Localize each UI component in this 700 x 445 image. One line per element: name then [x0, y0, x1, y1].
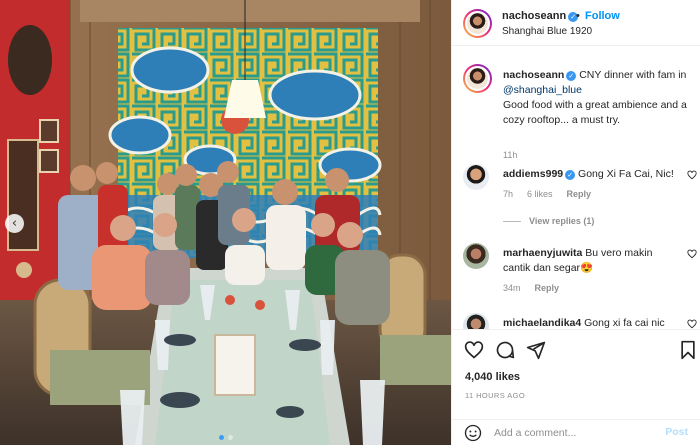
comments-list[interactable]: nachoseann ✓ CNY dinner with fam in @shan…	[452, 47, 700, 329]
commenter-avatar[interactable]	[463, 313, 489, 329]
like-comment-heart-icon[interactable]	[687, 319, 697, 329]
commenter-avatar[interactable]	[463, 164, 489, 190]
bookmark-icon[interactable]	[678, 340, 698, 360]
comment-meta: 34m Reply	[503, 283, 559, 293]
caption-text: nachoseann ✓ CNY dinner with fam in @shan…	[503, 68, 695, 128]
verified-badge-icon: ✓	[566, 71, 577, 81]
post-photo[interactable]: ‹	[0, 0, 451, 445]
comment-input[interactable]	[494, 424, 654, 442]
like-comment-heart-icon[interactable]	[687, 249, 697, 259]
heart-icon[interactable]	[464, 340, 484, 360]
caption-line-3: cozy rooftop... a must try.	[503, 114, 621, 126]
view-replies-button[interactable]: View replies (1)	[503, 216, 594, 226]
commenter-username[interactable]: michaelandika4	[503, 317, 581, 329]
caption-line-1: CNY dinner with fam in	[579, 69, 687, 81]
caption-line-2: Good food with a great ambience and a	[503, 99, 687, 111]
caption-timestamp: 11h	[503, 150, 518, 160]
comment-meta: 7h 6 likes Reply	[503, 189, 591, 199]
carousel-indicator	[0, 435, 451, 440]
verified-badge-icon: ✓	[565, 170, 576, 180]
commenter-avatar[interactable]	[463, 243, 489, 269]
comment-text: Gong Xi Fa Cai, Nic!	[578, 168, 674, 180]
emoji-icon[interactable]	[464, 424, 482, 442]
comment-time: 7h	[503, 189, 514, 199]
commenter-username[interactable]: marhaenyjuwita	[503, 247, 582, 259]
share-icon[interactable]	[526, 340, 546, 360]
like-comment-heart-icon[interactable]	[687, 170, 697, 180]
dinner-photo-illustration	[0, 0, 451, 445]
comment-text-line-2: cantik dan segar	[503, 262, 581, 274]
post-header: nachoseann ✓ • Follow Shanghai Blue 1920	[452, 0, 700, 46]
location-link[interactable]: Shanghai Blue 1920	[502, 26, 592, 37]
chevron-left-icon: ‹	[11, 216, 18, 231]
comment-text: Gong xi fa cai nic	[584, 317, 665, 329]
heart-eyes-emoji: 😍	[580, 262, 594, 274]
comment-body: addiems999 ✓ Gong Xi Fa Cai, Nic!	[503, 167, 678, 182]
carousel-dot-active	[218, 435, 224, 440]
comment-time: 34m	[503, 283, 521, 293]
carousel-dot	[227, 435, 233, 440]
caption-author-avatar[interactable]	[463, 64, 492, 93]
comment-text: Bu vero makin	[585, 247, 653, 259]
commenter-username[interactable]: addiems999	[503, 168, 563, 180]
author-username[interactable]: nachoseann ✓	[502, 10, 579, 22]
post-timestamp: 11 HOURS AGO	[465, 391, 526, 400]
comment-body: marhaenyjuwita Bu vero makin cantik dan …	[503, 246, 678, 276]
reply-button[interactable]: Reply	[535, 283, 560, 293]
replies-divider	[503, 220, 521, 222]
author-avatar[interactable]	[463, 9, 492, 38]
add-comment-bar: Post	[452, 419, 700, 445]
separator-dot: •	[576, 10, 580, 22]
comment-likes[interactable]: 6 likes	[527, 189, 553, 199]
likes-count[interactable]: 4,040 likes	[465, 371, 520, 383]
follow-button[interactable]: Follow	[585, 10, 620, 22]
caption-username[interactable]: nachoseann	[503, 69, 564, 81]
comment-icon[interactable]	[495, 340, 515, 360]
view-replies-label[interactable]: View replies (1)	[529, 216, 594, 226]
post-actions: 4,040 likes 11 HOURS AGO	[452, 329, 700, 419]
previous-photo-button[interactable]: ‹	[5, 214, 24, 233]
post-comment-button[interactable]: Post	[665, 426, 688, 438]
post-side-panel: nachoseann ✓ • Follow Shanghai Blue 1920 …	[451, 0, 700, 445]
reply-button[interactable]: Reply	[567, 189, 592, 199]
mention-link[interactable]: @shanghai_blue	[503, 84, 582, 96]
comment-body: michaelandika4 Gong xi fa cai nic	[503, 316, 678, 329]
